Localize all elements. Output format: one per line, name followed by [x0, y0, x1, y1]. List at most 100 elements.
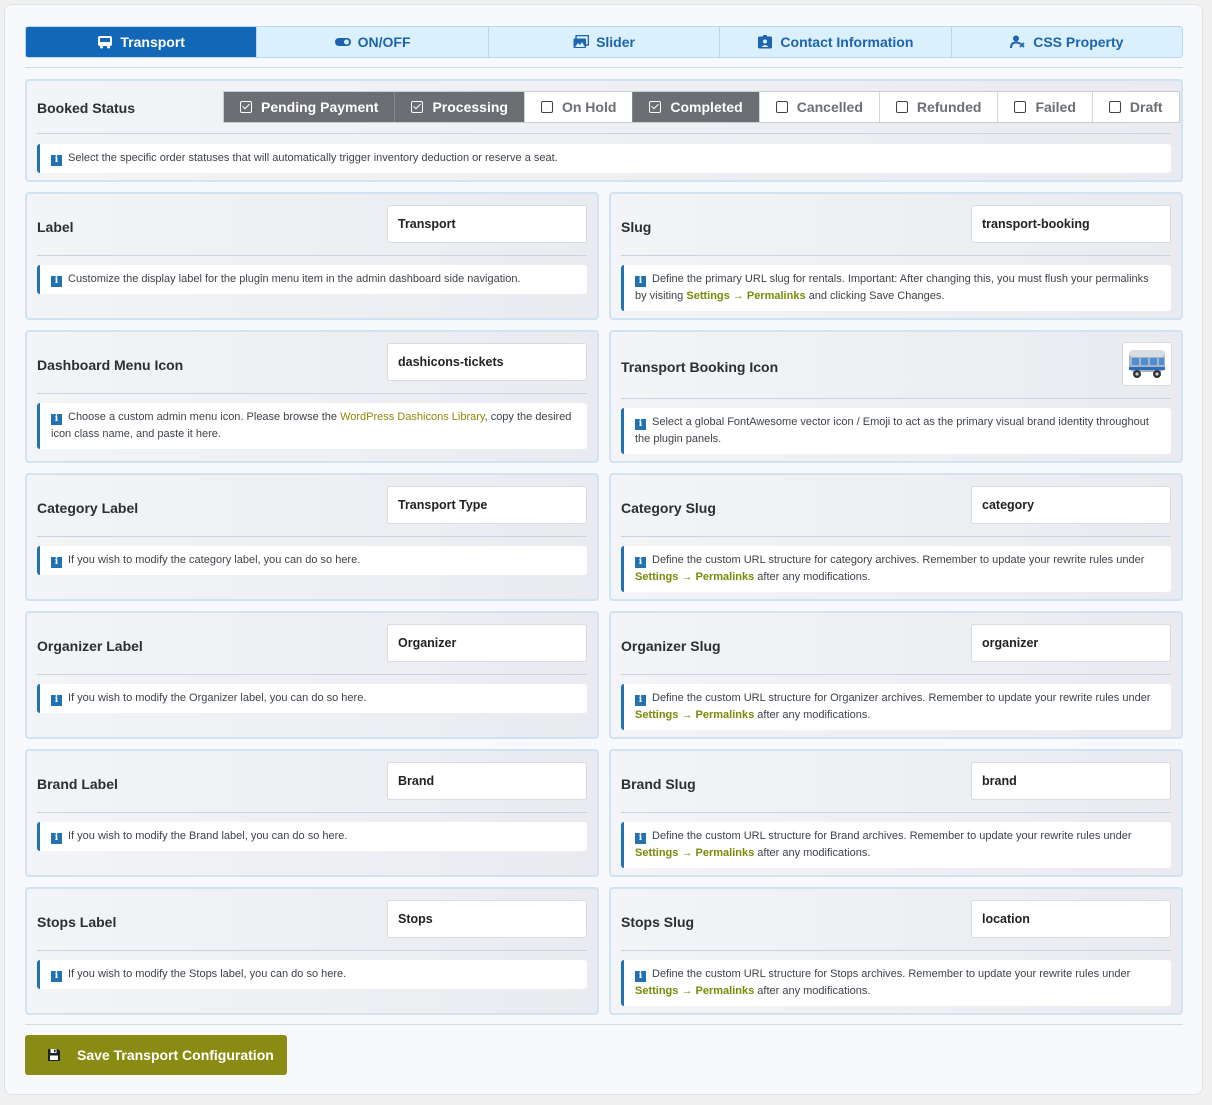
- tab-slider[interactable]: Slider: [487, 27, 719, 57]
- checkbox-checked-icon: [240, 101, 252, 113]
- menu-icon-info: i Choose a custom admin menu icon. Please…: [37, 403, 587, 449]
- settings-panel: Transport ON/OFF Slider Contact Informat…: [4, 4, 1203, 1095]
- info-icon: i: [635, 419, 646, 430]
- slug-info: i Define the primary URL slug for rentals…: [621, 265, 1171, 311]
- tab-label: ON/OFF: [357, 34, 411, 50]
- stops-label-card: Stops Label Stops i If you wish to modify…: [25, 887, 599, 1015]
- settings-permalinks-link[interactable]: Settings → Permalinks: [635, 847, 754, 859]
- brand-slug-input[interactable]: brand: [971, 762, 1171, 800]
- label-info: i Customize the display label for the plu…: [37, 265, 587, 294]
- label-input[interactable]: Transport: [387, 205, 587, 243]
- info-icon: i: [51, 414, 62, 425]
- booking-icon-info: i Select a global FontAwesome vector icon…: [621, 408, 1171, 454]
- label-card: Label Transport i Customize the display l…: [25, 192, 599, 320]
- tab-transport[interactable]: Transport: [26, 27, 257, 57]
- info-text: If you wish to modify the Brand label, y…: [68, 830, 348, 842]
- save-transport-configuration-button[interactable]: Save Transport Configuration: [25, 1035, 287, 1075]
- organizer-slug-input[interactable]: organizer: [971, 624, 1171, 662]
- info-icon: i: [51, 276, 62, 287]
- category-slug-input[interactable]: category: [971, 486, 1171, 524]
- status-refunded[interactable]: Refunded: [878, 92, 998, 122]
- info-text: Define the custom URL structure for Stop…: [652, 968, 1131, 980]
- info-icon: i: [635, 557, 646, 568]
- images-icon: [573, 35, 590, 48]
- info-text: after any modifications.: [754, 709, 871, 721]
- settings-permalinks-link[interactable]: Settings → Permalinks: [635, 709, 754, 721]
- booked-status-info: i Select the specific order statuses that…: [37, 144, 1171, 173]
- info-text: Define the custom URL structure for cate…: [652, 554, 1145, 566]
- tab-on-off[interactable]: ON/OFF: [256, 27, 487, 57]
- settings-permalinks-link[interactable]: Settings → Permalinks: [635, 985, 754, 997]
- stops-slug-field-label: Stops Slug: [621, 914, 695, 930]
- info-icon: i: [635, 695, 646, 706]
- settings-permalinks-link[interactable]: Settings → Permalinks: [635, 571, 754, 583]
- divider: [621, 674, 1171, 675]
- status-label: Draft: [1129, 99, 1163, 115]
- tab-contact-information[interactable]: Contact Information: [719, 27, 950, 57]
- status-label: Refunded: [916, 99, 982, 115]
- status-draft[interactable]: Draft: [1091, 92, 1179, 122]
- info-text: after any modifications.: [754, 985, 871, 997]
- divider: [37, 393, 587, 394]
- brand-label-card: Brand Label Brand i If you wish to modify…: [25, 749, 599, 877]
- status-completed[interactable]: Completed: [632, 92, 759, 122]
- booking-icon-card: Transport Booking Icon i Select a global …: [609, 330, 1183, 463]
- info-text: and clicking Save Changes.: [805, 290, 945, 302]
- booked-status-card: Booked Status Pending Payment Processing…: [25, 79, 1183, 182]
- info-text: Define the custom URL structure for Bran…: [652, 830, 1132, 842]
- dashicons-library-link[interactable]: WordPress Dashicons Library: [340, 411, 484, 423]
- status-cancelled[interactable]: Cancelled: [758, 92, 879, 122]
- info-icon: i: [635, 276, 646, 287]
- divider: [37, 255, 587, 256]
- status-label: Completed: [670, 99, 743, 115]
- info-text: Choose a custom admin menu icon. Please …: [68, 411, 341, 423]
- info-icon: i: [51, 971, 62, 982]
- status-pending-payment[interactable]: Pending Payment: [224, 92, 395, 122]
- settings-permalinks-link[interactable]: Settings → Permalinks: [686, 290, 805, 302]
- divider: [37, 674, 587, 675]
- category-label-input[interactable]: Transport Type: [387, 486, 587, 524]
- tab-css-property[interactable]: CSS Property: [950, 27, 1182, 57]
- booking-icon-picker[interactable]: [1122, 342, 1172, 386]
- category-label-info: i If you wish to modify the category labe…: [37, 546, 587, 575]
- bus-emoji-icon: [1129, 350, 1165, 378]
- info-icon: i: [51, 833, 62, 844]
- status-processing[interactable]: Processing: [394, 92, 524, 122]
- info-icon: i: [51, 557, 62, 568]
- booking-icon-field-label: Transport Booking Icon: [621, 359, 779, 375]
- slug-input[interactable]: transport-booking: [971, 205, 1171, 243]
- category-slug-card: Category Slug category i Define the custo…: [609, 473, 1183, 601]
- tab-label: Slider: [596, 34, 635, 50]
- info-icon: i: [635, 971, 646, 982]
- organizer-slug-info: i Define the custom URL structure for Org…: [621, 684, 1171, 730]
- divider: [621, 950, 1171, 951]
- stops-label-input[interactable]: Stops: [387, 900, 587, 938]
- bus-icon: [98, 36, 113, 49]
- id-card-icon: [758, 35, 773, 49]
- checkbox-empty-icon: [895, 101, 908, 113]
- info-text: Customize the display label for the plug…: [68, 273, 521, 285]
- status-on-hold[interactable]: On Hold: [523, 92, 632, 122]
- checkbox-checked-icon: [649, 101, 662, 113]
- checkbox-checked-icon: [411, 101, 424, 113]
- status-label: Cancelled: [796, 99, 863, 115]
- brand-label-input[interactable]: Brand: [387, 762, 587, 800]
- divider: [37, 950, 587, 951]
- stops-slug-card: Stops Slug location i Define the custom U…: [609, 887, 1183, 1015]
- organizer-slug-card: Organizer Slug organizer i Define the cus…: [609, 611, 1183, 739]
- slug-field-label: Slug: [621, 219, 652, 235]
- info-text: Select a global FontAwesome vector icon …: [635, 416, 1149, 445]
- organizer-label-input[interactable]: Organizer: [387, 624, 587, 662]
- category-label-card: Category Label Transport Type i If you wi…: [25, 473, 599, 601]
- stops-slug-info: i Define the custom URL structure for Sto…: [621, 960, 1171, 1006]
- organizer-slug-field-label: Organizer Slug: [621, 638, 721, 654]
- status-failed[interactable]: Failed: [997, 92, 1091, 122]
- slug-card: Slug transport-booking i Define the prima…: [609, 192, 1183, 320]
- brand-slug-info: i Define the custom URL structure for Bra…: [621, 822, 1171, 868]
- info-text: If you wish to modify the Stops label, y…: [68, 968, 347, 980]
- info-icon: i: [51, 155, 62, 166]
- stops-slug-input[interactable]: location: [971, 900, 1171, 938]
- menu-icon-input[interactable]: dashicons-tickets: [387, 343, 587, 381]
- info-text: Define the custom URL structure for Orga…: [652, 692, 1151, 704]
- label-field-label: Label: [37, 219, 74, 235]
